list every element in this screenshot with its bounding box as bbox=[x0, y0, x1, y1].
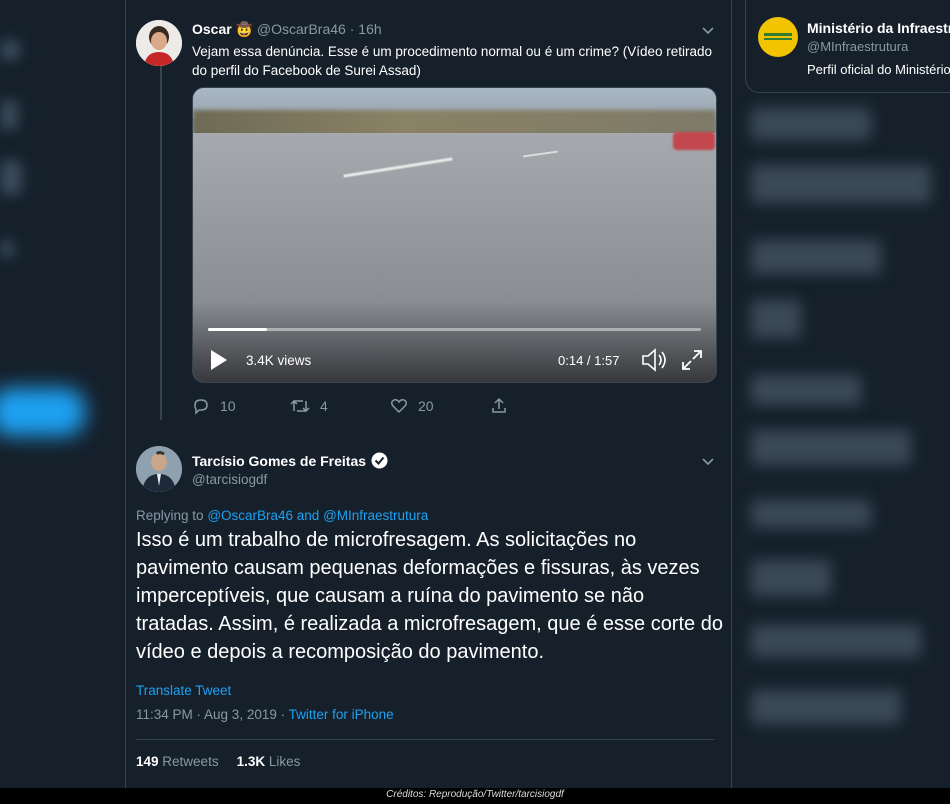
ministerio-logo bbox=[758, 17, 798, 57]
profile-card-bio: Perfil oficial do Ministério bbox=[807, 62, 950, 77]
tweet1-more-chevron-icon[interactable] bbox=[702, 22, 714, 38]
share-icon bbox=[492, 397, 506, 413]
oscar-avatar[interactable] bbox=[136, 20, 182, 66]
photo-credit: Créditos: Reprodução/Twitter/tarcisiogdf bbox=[386, 789, 564, 800]
likes-label: Likes bbox=[268, 754, 301, 769]
right-sidebar: Ministério da Infraestrutura @MInfraestr… bbox=[731, 0, 950, 804]
blurred-trend bbox=[751, 165, 931, 203]
video-progress-fill bbox=[208, 328, 268, 331]
main-timeline: Oscar 🤠 @OscarBra46 · 16h Vejam essa den… bbox=[125, 0, 732, 804]
play-icon[interactable] bbox=[209, 349, 229, 376]
blurred-trend bbox=[751, 430, 911, 465]
blurred-nav-item bbox=[0, 40, 20, 60]
blurred-trend bbox=[751, 500, 871, 528]
tweet1-time[interactable]: · 16h bbox=[350, 21, 382, 37]
tweet1-actions: 10 4 20 bbox=[192, 397, 522, 417]
blurred-nav-item bbox=[0, 240, 14, 258]
blurred-trend bbox=[751, 300, 801, 338]
blurred-trend bbox=[751, 240, 881, 274]
retweets-count: 149 bbox=[136, 754, 159, 769]
cowboy-emoji-icon: 🤠 bbox=[235, 21, 254, 37]
profile-card-name[interactable]: Ministério da Infraestrutura bbox=[807, 20, 950, 36]
reply-count: 10 bbox=[220, 398, 236, 414]
translate-tweet-link[interactable]: Translate Tweet bbox=[136, 683, 231, 698]
tweet1-header: Oscar 🤠 @OscarBra46 · 16h bbox=[192, 21, 382, 38]
tweet2-more-chevron-icon[interactable] bbox=[702, 453, 714, 469]
tweet2-timestamp[interactable]: 11:34 PM · Aug 3, 2019 · bbox=[136, 707, 285, 722]
verified-badge-icon bbox=[371, 452, 388, 469]
share-button[interactable] bbox=[490, 397, 508, 415]
replying-to-users[interactable]: @OscarBra46 and @MInfraestrutura bbox=[207, 508, 428, 523]
tweet2-author-name[interactable]: Tarcísio Gomes de Freitas bbox=[192, 453, 366, 469]
replying-to-line: Replying to @OscarBra46 and @MInfraestru… bbox=[136, 508, 428, 523]
video-controls-gradient bbox=[193, 302, 716, 382]
profile-card-handle[interactable]: @MInfraestrutura bbox=[807, 39, 908, 54]
like-button[interactable]: 20 bbox=[390, 397, 434, 415]
tweet-button-blurred[interactable] bbox=[0, 388, 85, 436]
left-sidebar bbox=[0, 0, 125, 804]
video-time: 0:14 / 1:57 bbox=[558, 353, 620, 368]
blurred-trend bbox=[751, 625, 921, 657]
tweet2-source[interactable]: Twitter for iPhone bbox=[289, 707, 394, 722]
blurred-trend bbox=[751, 560, 831, 596]
reply-icon bbox=[194, 399, 208, 415]
heart-icon bbox=[390, 399, 408, 414]
blurred-nav-item bbox=[0, 100, 18, 130]
retweet-count: 4 bbox=[320, 398, 328, 414]
retweets-label: Retweets bbox=[162, 754, 219, 769]
profile-card[interactable]: Ministério da Infraestrutura @MInfraestr… bbox=[745, 0, 950, 93]
tweet2-body: Isso é um trabalho de microfresagem. As … bbox=[136, 529, 723, 663]
blurred-trend bbox=[751, 375, 861, 405]
tweet1-text: Vejam essa denúncia. Esse é um procedime… bbox=[192, 44, 713, 78]
reply-button[interactable]: 10 bbox=[192, 397, 236, 415]
retweet-icon bbox=[290, 399, 310, 413]
tarcisio-avatar[interactable] bbox=[136, 446, 182, 492]
blurred-trend bbox=[751, 108, 871, 140]
tweet2-author[interactable]: Tarcísio Gomes de Freitas bbox=[192, 452, 388, 469]
likes-stat[interactable]: 1.3K Likes bbox=[237, 754, 301, 769]
tweet2-stats: 149 Retweets 1.3K Likes bbox=[136, 754, 300, 769]
retweet-button[interactable]: 4 bbox=[290, 397, 328, 415]
video-views: 3.4K views bbox=[246, 353, 312, 368]
video-progress-bar[interactable] bbox=[208, 328, 701, 331]
blurred-trend bbox=[751, 690, 901, 724]
video-car bbox=[673, 132, 715, 150]
like-count: 20 bbox=[418, 398, 434, 414]
tweet1-handle[interactable]: @OscarBra46 bbox=[257, 21, 346, 37]
blurred-nav-item bbox=[0, 160, 22, 195]
likes-count: 1.3K bbox=[236, 754, 266, 769]
replying-to-label: Replying to bbox=[136, 508, 204, 523]
volume-icon[interactable] bbox=[641, 348, 669, 377]
fullscreen-icon[interactable] bbox=[681, 349, 703, 376]
tweet1-author-name[interactable]: Oscar bbox=[192, 21, 232, 37]
tweet2-meta: 11:34 PM · Aug 3, 2019 · Twitter for iPh… bbox=[136, 707, 394, 722]
divider bbox=[136, 739, 714, 740]
retweets-stat[interactable]: 149 Retweets bbox=[136, 754, 219, 769]
video-player[interactable]: 3.4K views 0:14 / 1:57 bbox=[192, 87, 717, 383]
tweet2-handle[interactable]: @tarcisiogdf bbox=[192, 472, 267, 487]
thread-line bbox=[160, 60, 162, 420]
